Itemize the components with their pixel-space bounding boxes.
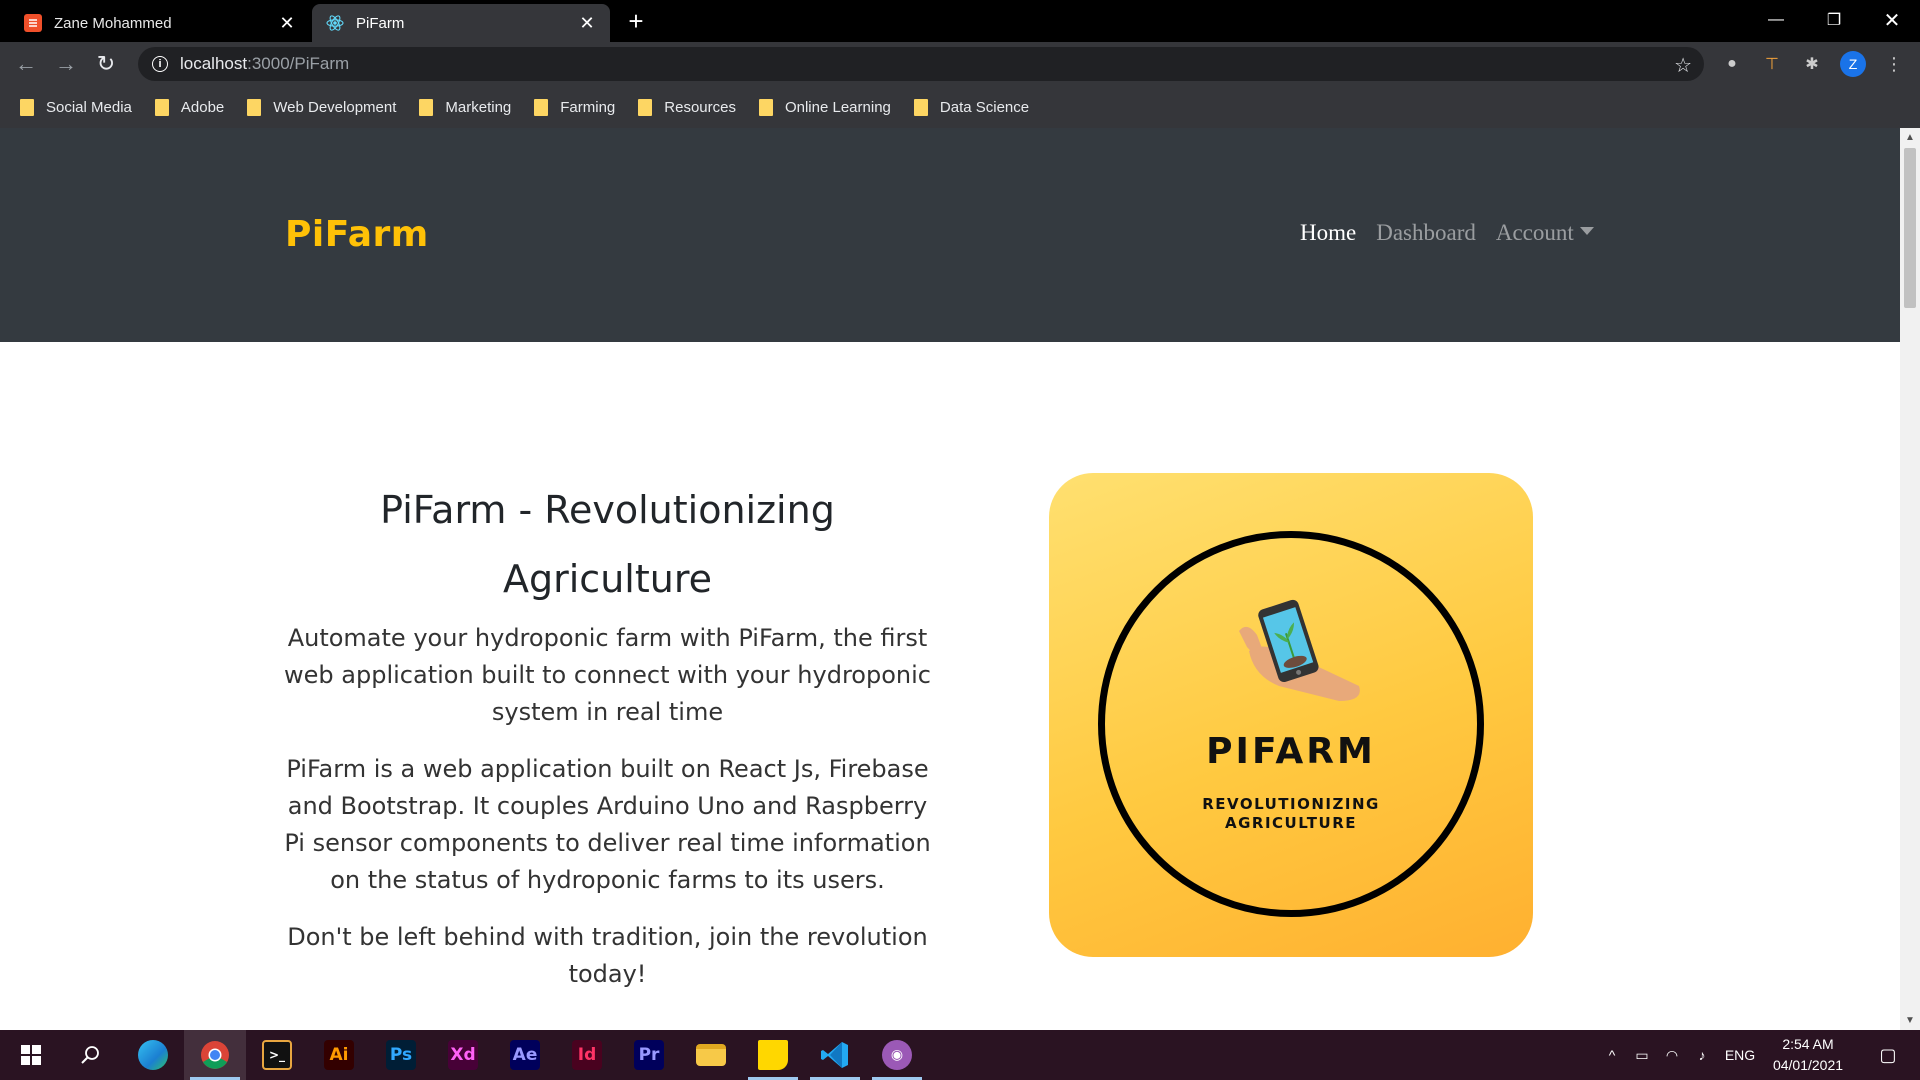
battery-icon[interactable]: ▭ <box>1628 1030 1656 1080</box>
tab-title: Zane Mohammed <box>54 14 172 32</box>
browser-tab-pifarm[interactable]: PiFarm ✕ <box>312 4 610 42</box>
pifarm-logo-image: PIFARM REVOLUTIONIZING AGRICULTURE <box>1049 473 1533 957</box>
indesign-icon[interactable]: Id <box>556 1030 618 1080</box>
react-favicon-icon <box>326 14 344 32</box>
address-bar[interactable]: i localhost:3000/PiFarm ☆ <box>138 47 1704 81</box>
bookmark-folder[interactable]: Adobe <box>154 98 224 116</box>
folder-icon <box>638 98 653 116</box>
page-scrollbar[interactable]: ▲ ▼ <box>1900 128 1920 1030</box>
illustrator-icon[interactable]: Ai <box>308 1030 370 1080</box>
profile-avatar[interactable]: Z <box>1840 51 1866 77</box>
folder-icon <box>913 98 928 116</box>
bookmark-star-icon[interactable]: ☆ <box>1674 53 1692 78</box>
wifi-icon[interactable]: ◠ <box>1658 1030 1686 1080</box>
new-tab-button[interactable]: + <box>622 8 650 36</box>
extensions-puzzle-icon[interactable]: ✱ <box>1800 52 1824 76</box>
volume-icon[interactable]: ♪ <box>1688 1030 1716 1080</box>
scrollbar-thumb[interactable] <box>1904 148 1916 308</box>
close-tab-icon[interactable]: ✕ <box>278 13 296 33</box>
bookmark-folder[interactable]: Resources <box>638 98 736 116</box>
nav-dashboard-link[interactable]: Dashboard <box>1376 220 1476 246</box>
terminal-icon[interactable]: >_ <box>246 1030 308 1080</box>
xd-icon[interactable]: Xd <box>432 1030 494 1080</box>
after-effects-icon[interactable]: Ae <box>494 1030 556 1080</box>
site-navbar: PiFarm Home Dashboard Account <box>0 128 1900 342</box>
windows-start-icon[interactable] <box>0 1030 62 1080</box>
site-brand-logo[interactable]: PiFarm <box>285 214 429 255</box>
language-indicator[interactable]: ENG <box>1722 1030 1758 1080</box>
hero-section: PiFarm - Revolutionizing Agriculture Aut… <box>280 476 935 1013</box>
clock-time: 2:54 AM <box>1782 1036 1834 1052</box>
close-window-icon[interactable]: ✕ <box>1864 0 1920 40</box>
portfolio-favicon-icon <box>24 14 42 32</box>
bookmark-folder[interactable]: Marketing <box>419 98 511 116</box>
bookmark-folder[interactable]: Online Learning <box>758 98 891 116</box>
browser-tab-strip: Zane Mohammed ✕ PiFarm ✕ + — ❐ ✕ <box>0 0 1920 42</box>
folder-icon <box>534 98 549 116</box>
browser-toolbar: ← → ↻ i localhost:3000/PiFarm ☆ ● ⊤ ✱ Z … <box>0 42 1920 86</box>
notifications-icon[interactable]: ▢ <box>1868 1030 1908 1080</box>
hand-holding-phone-icon <box>1239 599 1360 701</box>
back-icon[interactable]: ← <box>12 50 40 78</box>
nav-account-dropdown[interactable]: Account <box>1496 220 1594 246</box>
logo-tagline: REVOLUTIONIZING AGRICULTURE <box>1202 795 1380 832</box>
bookmark-folder[interactable]: Web Development <box>247 98 396 116</box>
nav-home-link[interactable]: Home <box>1300 220 1356 246</box>
sticky-notes-icon[interactable] <box>742 1030 804 1080</box>
extension-icon[interactable]: ● <box>1720 52 1744 76</box>
browser-menu-icon[interactable]: ⋮ <box>1882 52 1906 76</box>
photoshop-icon[interactable]: Ps <box>370 1030 432 1080</box>
github-desktop-icon[interactable]: ◉ <box>866 1030 928 1080</box>
premiere-icon[interactable]: Pr <box>618 1030 680 1080</box>
hero-paragraph: Automate your hydroponic farm with PiFar… <box>284 624 931 726</box>
windows-taskbar: >_ Ai Ps Xd Ae Id Pr ◉ ^ ▭ ◠ ♪ ENG 2:54 … <box>0 1030 1920 1080</box>
show-hidden-icons-icon[interactable]: ^ <box>1600 1030 1624 1080</box>
tab-title: PiFarm <box>356 14 405 32</box>
edge-icon[interactable] <box>122 1030 184 1080</box>
hero-paragraph: Don't be left behind with tradition, joi… <box>287 923 928 988</box>
bookmark-folder[interactable]: Social Media <box>20 98 132 116</box>
close-tab-icon[interactable]: ✕ <box>578 13 596 33</box>
extension-flag-icon[interactable]: ⊤ <box>1760 52 1784 76</box>
page-viewport: PiFarm Home Dashboard Account PiFarm - R… <box>0 128 1900 1030</box>
hero-title: PiFarm - Revolutionizing Agriculture <box>380 488 835 601</box>
forward-icon[interactable]: → <box>52 50 80 78</box>
logo-ring <box>1098 531 1484 917</box>
system-clock[interactable]: 2:54 AM 04/01/2021 <box>1760 1034 1856 1076</box>
search-icon[interactable] <box>60 1030 122 1080</box>
site-info-icon[interactable]: i <box>152 56 168 72</box>
folder-icon <box>154 98 169 116</box>
reload-icon[interactable]: ↻ <box>92 50 120 78</box>
url-path: :3000/PiFarm <box>247 54 350 73</box>
scroll-down-icon[interactable]: ▼ <box>1905 1015 1915 1026</box>
folder-icon <box>20 98 34 116</box>
folder-icon <box>758 98 773 116</box>
restore-icon[interactable]: ❐ <box>1806 0 1862 40</box>
hero-paragraph: PiFarm is a web application built on Rea… <box>284 755 931 894</box>
logo-wordmark: PIFARM <box>1206 731 1376 772</box>
bookmark-folder[interactable]: Data Science <box>913 98 1029 116</box>
minimize-icon[interactable]: — <box>1748 0 1804 40</box>
bookmarks-bar: Social Media Adobe Web Development Marke… <box>0 86 1920 128</box>
browser-tab-zane-mohammed[interactable]: Zane Mohammed ✕ <box>10 4 310 42</box>
bookmark-folder[interactable]: Farming <box>534 98 615 116</box>
scroll-up-icon[interactable]: ▲ <box>1905 132 1915 143</box>
clock-date: 04/01/2021 <box>1772 1057 1844 1073</box>
folder-icon <box>247 98 262 116</box>
url-host: localhost <box>180 54 248 73</box>
vscode-icon[interactable] <box>804 1030 866 1080</box>
folder-icon <box>419 98 434 116</box>
site-nav: Home Dashboard Account <box>1300 220 1594 246</box>
caret-down-icon <box>1579 227 1594 235</box>
file-explorer-icon[interactable] <box>680 1030 742 1080</box>
chrome-icon[interactable] <box>184 1030 246 1080</box>
